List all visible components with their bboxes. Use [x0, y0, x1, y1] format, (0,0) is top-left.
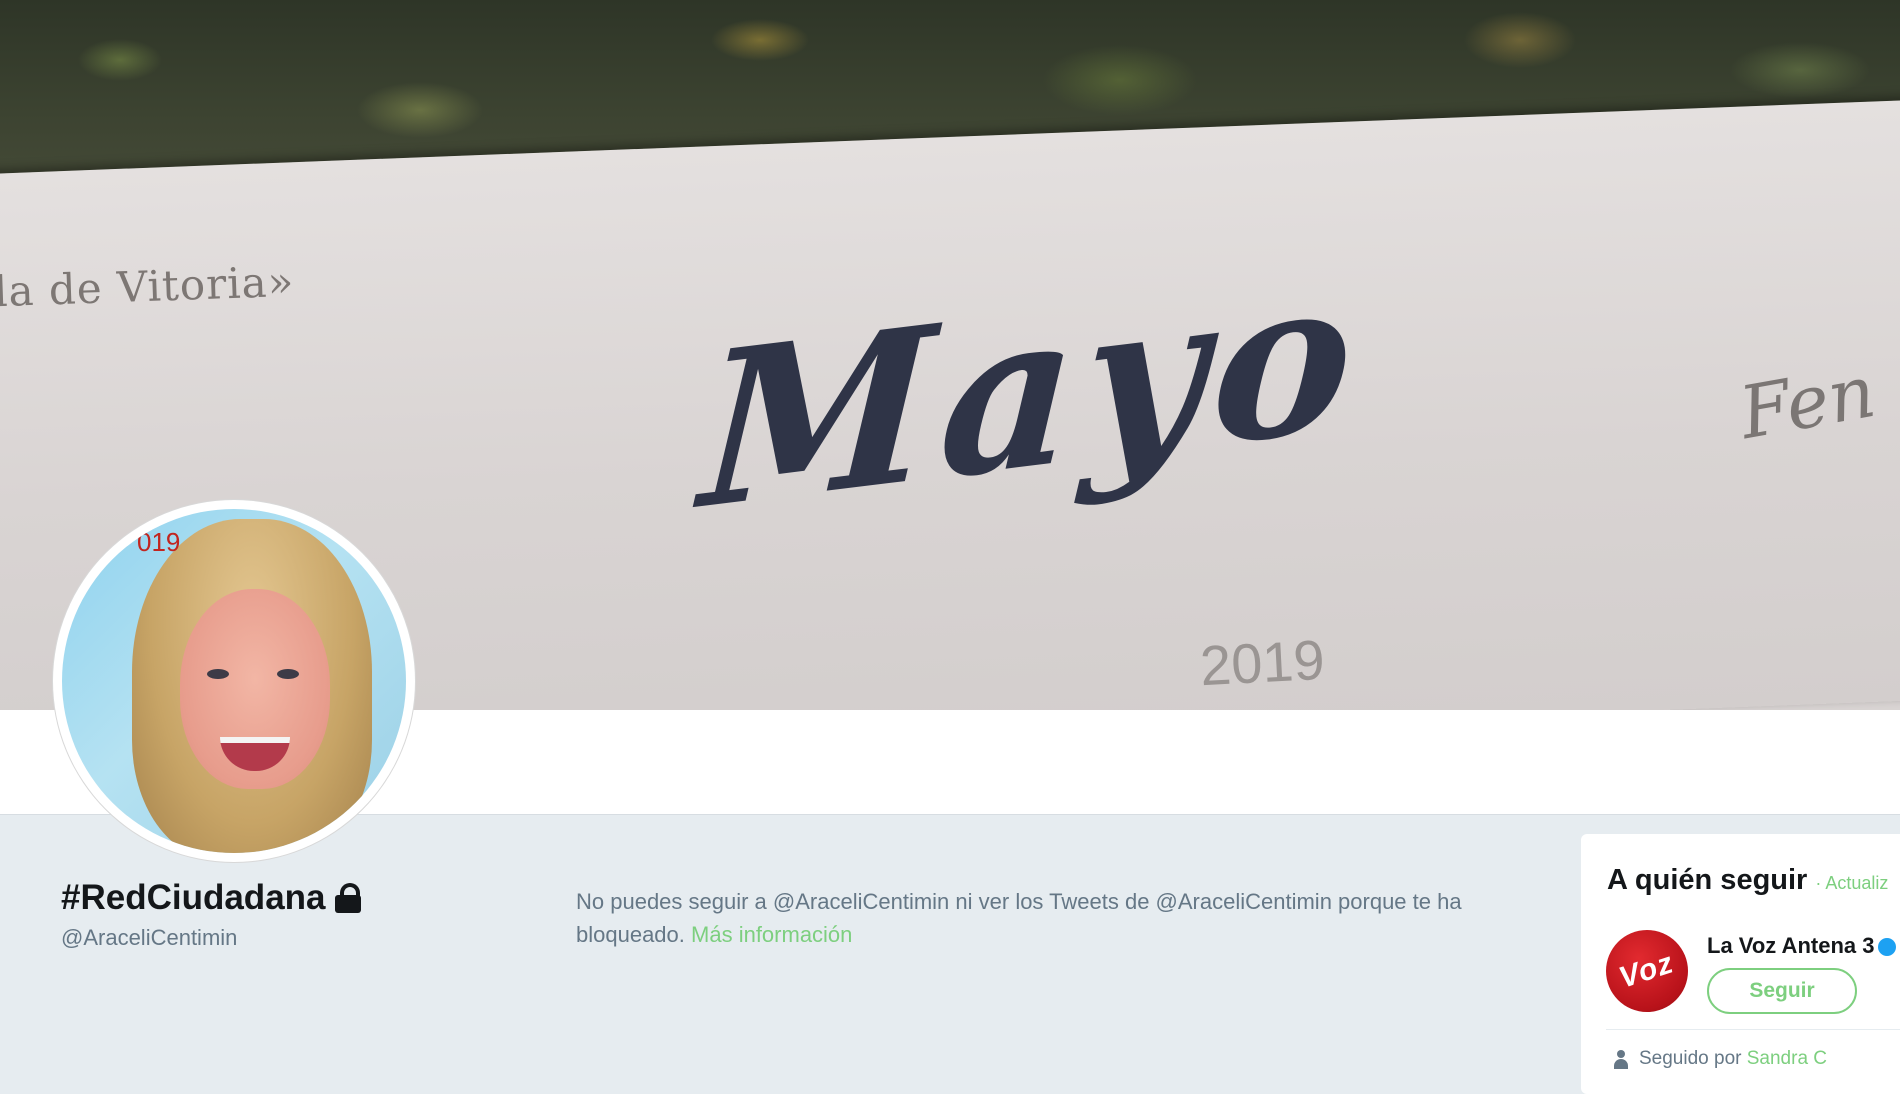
profile-handle[interactable]: @AraceliCentimin	[61, 925, 237, 951]
more-info-link[interactable]: Más información	[691, 922, 852, 947]
suggestion-name-row: La Voz Antena 3	[1707, 933, 1897, 959]
followed-by-text: Seguido por Sandra C	[1639, 1048, 1827, 1070]
profile-name-row: #RedCiudadana	[61, 878, 362, 918]
who-to-follow-card: A quién seguir · Actualiz Voz La Voz Ante…	[1581, 834, 1900, 1094]
followed-by-link[interactable]: Sandra C	[1747, 1048, 1827, 1069]
suggestion-avatar[interactable]: Voz	[1606, 930, 1688, 1012]
lock-icon	[334, 883, 362, 913]
profile-avatar[interactable]: 019	[53, 500, 415, 862]
follow-button[interactable]: Seguir	[1707, 968, 1857, 1014]
blocked-notice: No puedes seguir a @AraceliCentimin ni v…	[576, 885, 1536, 951]
followed-by-prefix: Seguido por	[1639, 1048, 1742, 1069]
refresh-link[interactable]: · Actualiz	[1815, 873, 1888, 893]
banner-year: 2019	[1198, 627, 1327, 698]
avatar-photo: 019	[62, 509, 406, 853]
suggestion-divider	[1606, 1029, 1900, 1030]
avatar-left-eye	[207, 669, 229, 679]
verified-icon	[1878, 938, 1897, 957]
suggestion-name[interactable]: La Voz Antena 3	[1707, 933, 1874, 958]
person-icon	[1613, 1050, 1629, 1070]
who-to-follow-heading: A quién seguir	[1607, 864, 1808, 896]
avatar-stamp-text: 019	[137, 527, 181, 557]
suggestion-logo-text: Voz	[1615, 946, 1679, 995]
who-to-follow-title: A quién seguir · Actualiz	[1607, 864, 1888, 897]
avatar-right-eye	[277, 669, 299, 679]
profile-name[interactable]: #RedCiudadana	[61, 878, 326, 918]
